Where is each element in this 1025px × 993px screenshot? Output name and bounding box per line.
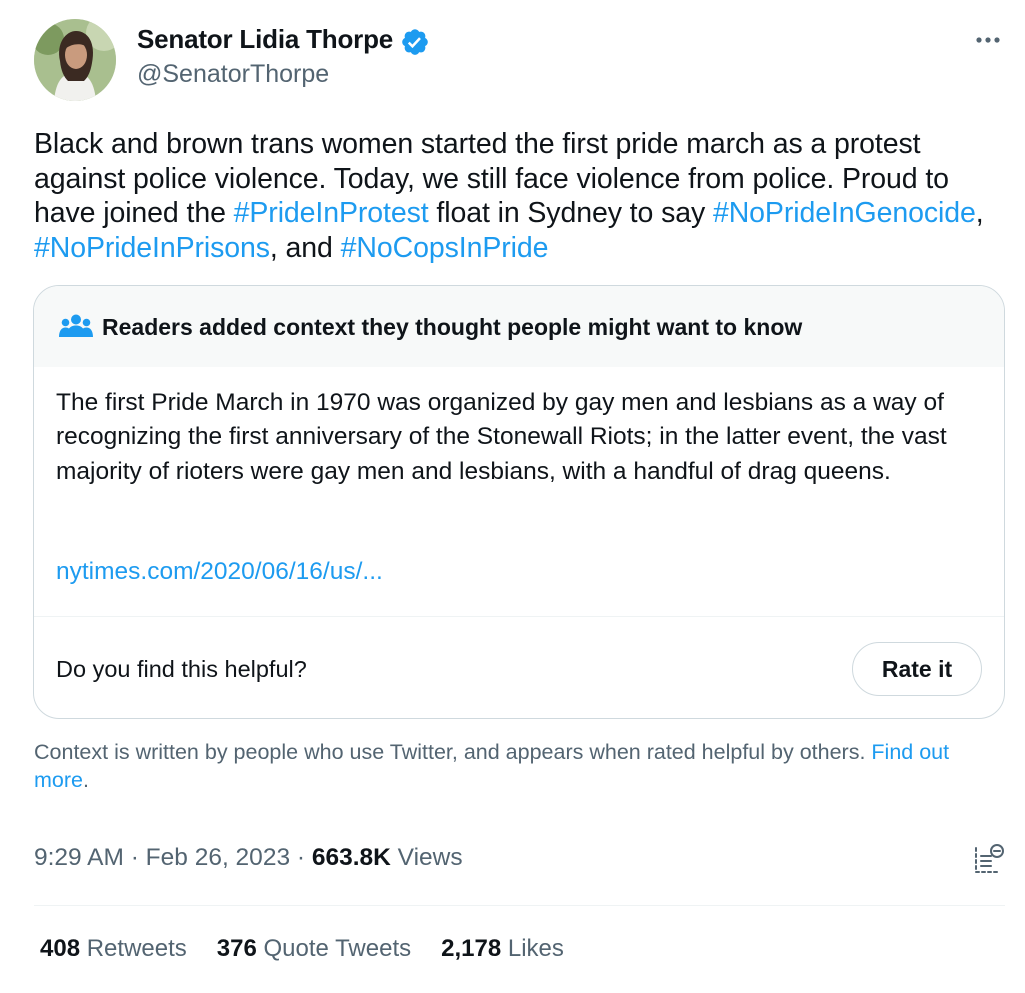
tweet-meta: 9:29 AM · Feb 26, 2023 · 663.8K Views	[34, 844, 463, 872]
community-note-card: Readers added context they thought peopl…	[33, 285, 1005, 719]
tweet-text-part: ,	[975, 197, 984, 229]
quote-tweets-stat[interactable]: 376 Quote Tweets	[217, 935, 411, 963]
tweet-container: Senator Lidia Thorpe @SenatorThorpe Blac…	[0, 0, 1025, 993]
quote-tweets-count: 376	[216, 935, 257, 962]
meta-separator: ·	[290, 844, 312, 871]
helpful-question: Do you find this helpful?	[56, 656, 307, 682]
avatar[interactable]	[34, 19, 116, 101]
avatar-photo	[34, 19, 116, 101]
hashtag-link[interactable]: #NoCopsInPride	[341, 232, 549, 264]
rate-it-button[interactable]: Rate it	[852, 642, 982, 696]
community-note-title: Readers added context they thought peopl…	[102, 314, 803, 340]
verified-badge-icon	[402, 29, 428, 55]
community-note-header: Readers added context they thought peopl…	[34, 286, 1004, 367]
analytics-icon[interactable]	[972, 842, 1006, 876]
divider	[34, 905, 1005, 906]
context-footer-text: Context is written by people who use Twi…	[34, 740, 872, 764]
people-icon	[59, 314, 93, 337]
hashtag-link[interactable]: #NoPrideInGenocide	[713, 197, 976, 229]
tweet-text-part: float in Sydney to say	[428, 197, 713, 229]
tweet-date[interactable]: Feb 26, 2023	[146, 844, 290, 871]
author-name[interactable]: Senator Lidia Thorpe	[137, 24, 393, 55]
tweet-text-part: , and	[269, 231, 341, 264]
context-footer: Context is written by people who use Twi…	[34, 739, 994, 794]
hashtag-link[interactable]: #PrideInProtest	[234, 197, 429, 229]
divider	[34, 616, 1004, 617]
views-label: Views	[390, 844, 463, 871]
likes-stat[interactable]: 2,178 Likes	[441, 935, 564, 963]
likes-label: Likes	[501, 935, 564, 962]
quote-tweets-label: Quote Tweets	[256, 935, 412, 962]
likes-count: 2,178	[441, 935, 502, 962]
author-handle[interactable]: @SenatorThorpe	[137, 60, 329, 89]
hashtag-link[interactable]: #NoPrideInPrisons	[34, 232, 270, 264]
engagement-stats: 408 Retweets 376 Quote Tweets 2,178 Likes	[40, 935, 594, 963]
context-footer-end: .	[82, 767, 89, 792]
more-options-icon[interactable]	[971, 28, 1005, 52]
views-count: 663.8K	[311, 844, 391, 871]
retweets-label: Retweets	[80, 935, 187, 962]
retweets-stat[interactable]: 408 Retweets	[40, 935, 187, 963]
tweet-text: Black and brown trans women started the …	[34, 127, 1004, 265]
meta-separator: ·	[123, 844, 146, 871]
tweet-time[interactable]: 9:29 AM	[34, 844, 124, 871]
community-note-body: The first Pride March in 1970 was organi…	[56, 389, 947, 485]
community-note-source-link[interactable]: nytimes.com/2020/06/16/us/...	[56, 558, 383, 586]
retweets-count: 408	[40, 935, 81, 962]
